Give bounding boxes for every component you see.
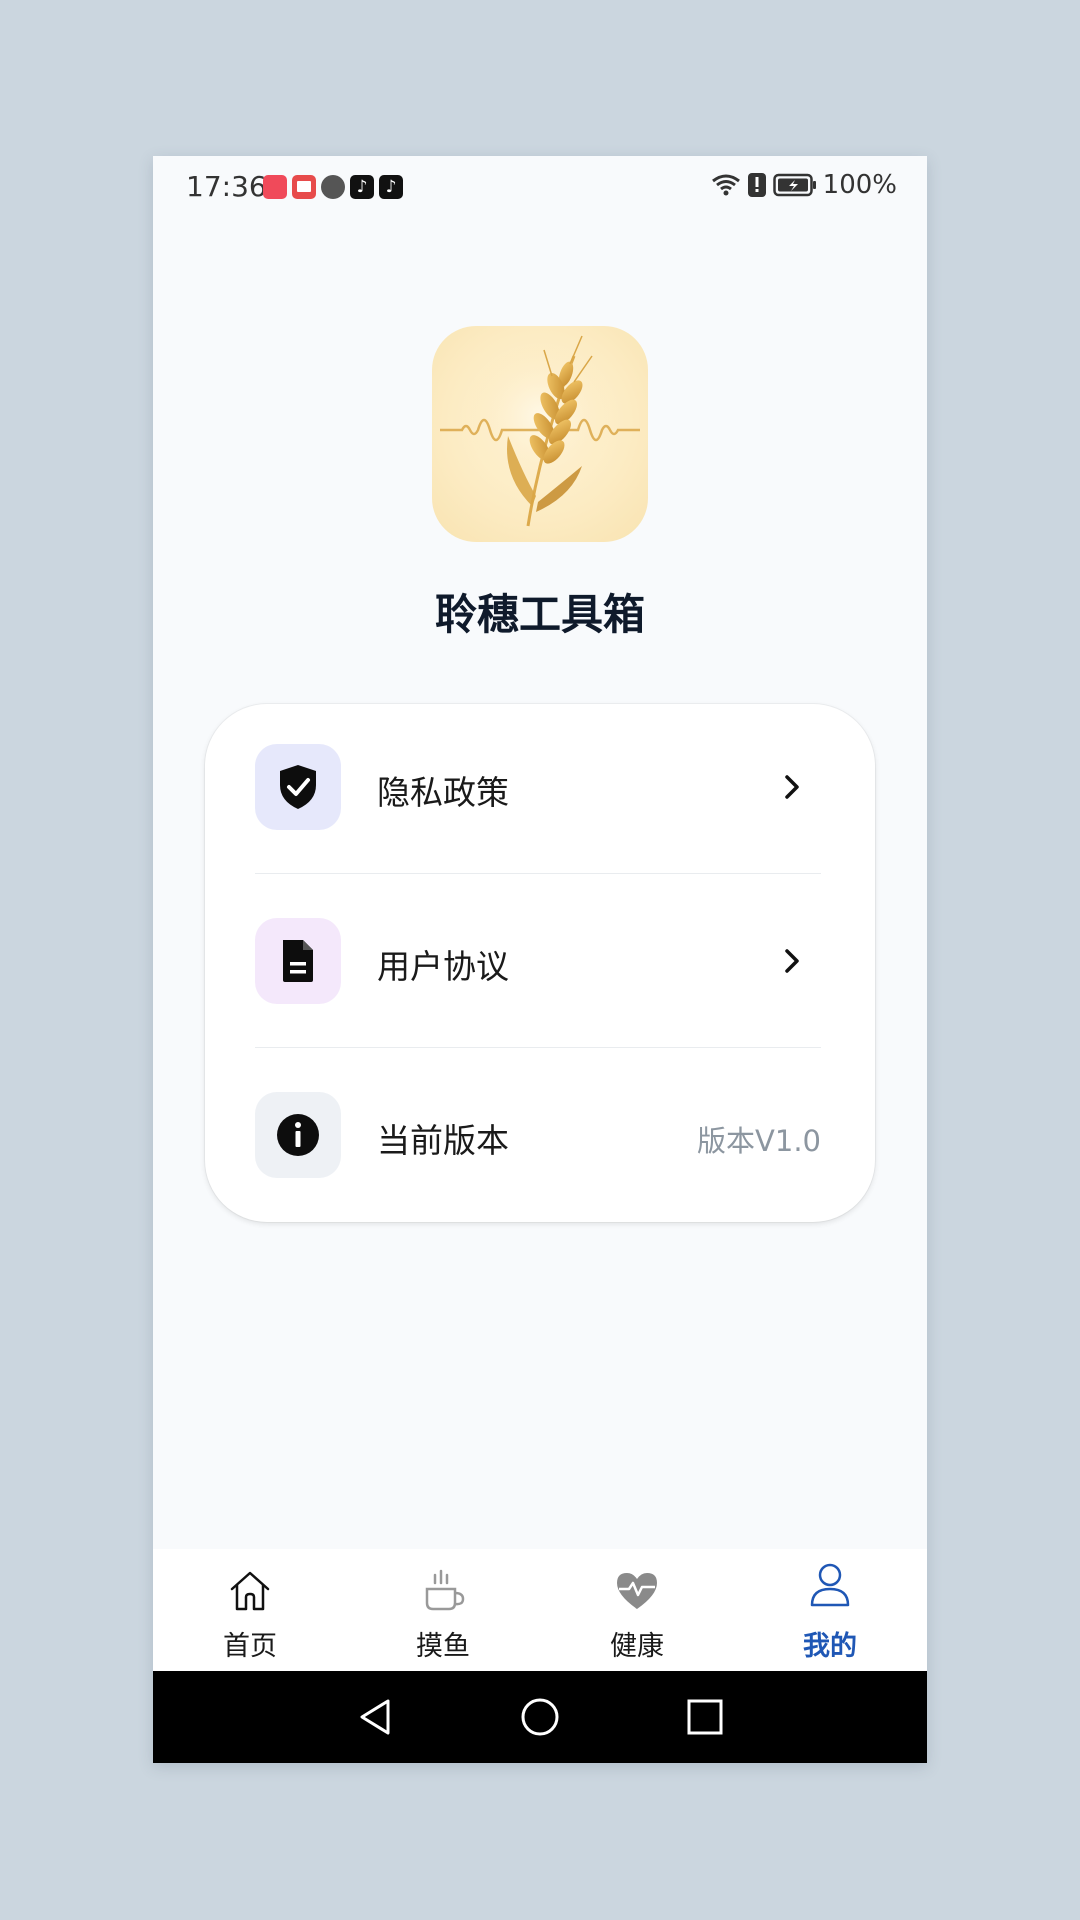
app-title: 聆穗工具箱 xyxy=(434,590,645,639)
version-value: 版本V1.0 xyxy=(697,1124,821,1158)
document-icon xyxy=(283,940,313,982)
heart-pulse-icon xyxy=(617,1573,657,1609)
status-bar: 17:36 ♪ ♪ 100% xyxy=(153,156,927,216)
reader-notification-icon xyxy=(292,175,316,199)
tab-home[interactable]: 首页 xyxy=(190,1549,310,1671)
phone-screen: 17:36 ♪ ♪ 100% 聆穗工具箱 隐私政策 用户协议 当前版本 版本V1… xyxy=(153,156,927,1763)
tab-mine-label: 我的 xyxy=(803,1631,857,1662)
battery-percentage: 100% xyxy=(822,170,897,200)
wheat-sound-wave-logo-icon xyxy=(440,335,640,527)
tab-slacking[interactable]: 摸鱼 xyxy=(383,1549,503,1671)
notification-icons: ♪ ♪ xyxy=(263,175,403,199)
menu-divider xyxy=(255,1047,821,1048)
tiktok-notification-icon: ♪ xyxy=(379,175,403,199)
menu-label-current-version: 当前版本 xyxy=(377,1121,509,1160)
browser-notification-icon xyxy=(321,175,345,199)
shield-check-icon xyxy=(280,765,316,809)
agreement-icon-box xyxy=(255,918,341,1004)
wifi-icon xyxy=(711,174,740,196)
menu-divider xyxy=(255,873,821,874)
tiktok-notification-icon: ♪ xyxy=(350,175,374,199)
status-right: 100% xyxy=(711,170,897,200)
app-notification-icon xyxy=(263,175,287,199)
menu-item-user-agreement[interactable]: 用户协议 xyxy=(255,918,821,1008)
tab-health-label: 健康 xyxy=(610,1631,664,1662)
battery-icon xyxy=(772,173,816,197)
status-time: 17:36 xyxy=(186,170,267,203)
menu-item-privacy-policy[interactable]: 隐私政策 xyxy=(255,744,821,834)
tab-slacking-label: 摸鱼 xyxy=(416,1631,470,1662)
menu-item-current-version: 当前版本 版本V1.0 xyxy=(255,1092,821,1182)
user-icon xyxy=(810,1563,850,1607)
menu-label-user-agreement: 用户协议 xyxy=(377,947,509,986)
chevron-right-icon xyxy=(785,949,799,973)
menu-label-privacy-policy: 隐私政策 xyxy=(377,773,509,812)
version-icon-box xyxy=(255,1092,341,1178)
recents-icon[interactable] xyxy=(683,1695,727,1739)
settings-menu-card: 隐私政策 用户协议 当前版本 版本V1.0 xyxy=(205,704,875,1222)
info-icon xyxy=(277,1114,319,1156)
tab-home-label: 首页 xyxy=(223,1631,277,1662)
app-logo xyxy=(432,326,648,542)
privacy-icon-box xyxy=(255,744,341,830)
back-icon[interactable] xyxy=(354,1695,398,1739)
tab-health[interactable]: 健康 xyxy=(577,1549,697,1671)
system-nav-bar xyxy=(153,1671,927,1763)
home-button-icon[interactable] xyxy=(518,1695,562,1739)
chevron-right-icon xyxy=(785,775,799,799)
tab-mine[interactable]: 我的 xyxy=(770,1549,890,1671)
alert-icon xyxy=(747,173,766,197)
home-icon xyxy=(230,1571,270,1611)
bottom-nav: 首页 摸鱼 健康 我的 xyxy=(153,1549,927,1671)
coffee-cup-icon xyxy=(425,1569,465,1611)
